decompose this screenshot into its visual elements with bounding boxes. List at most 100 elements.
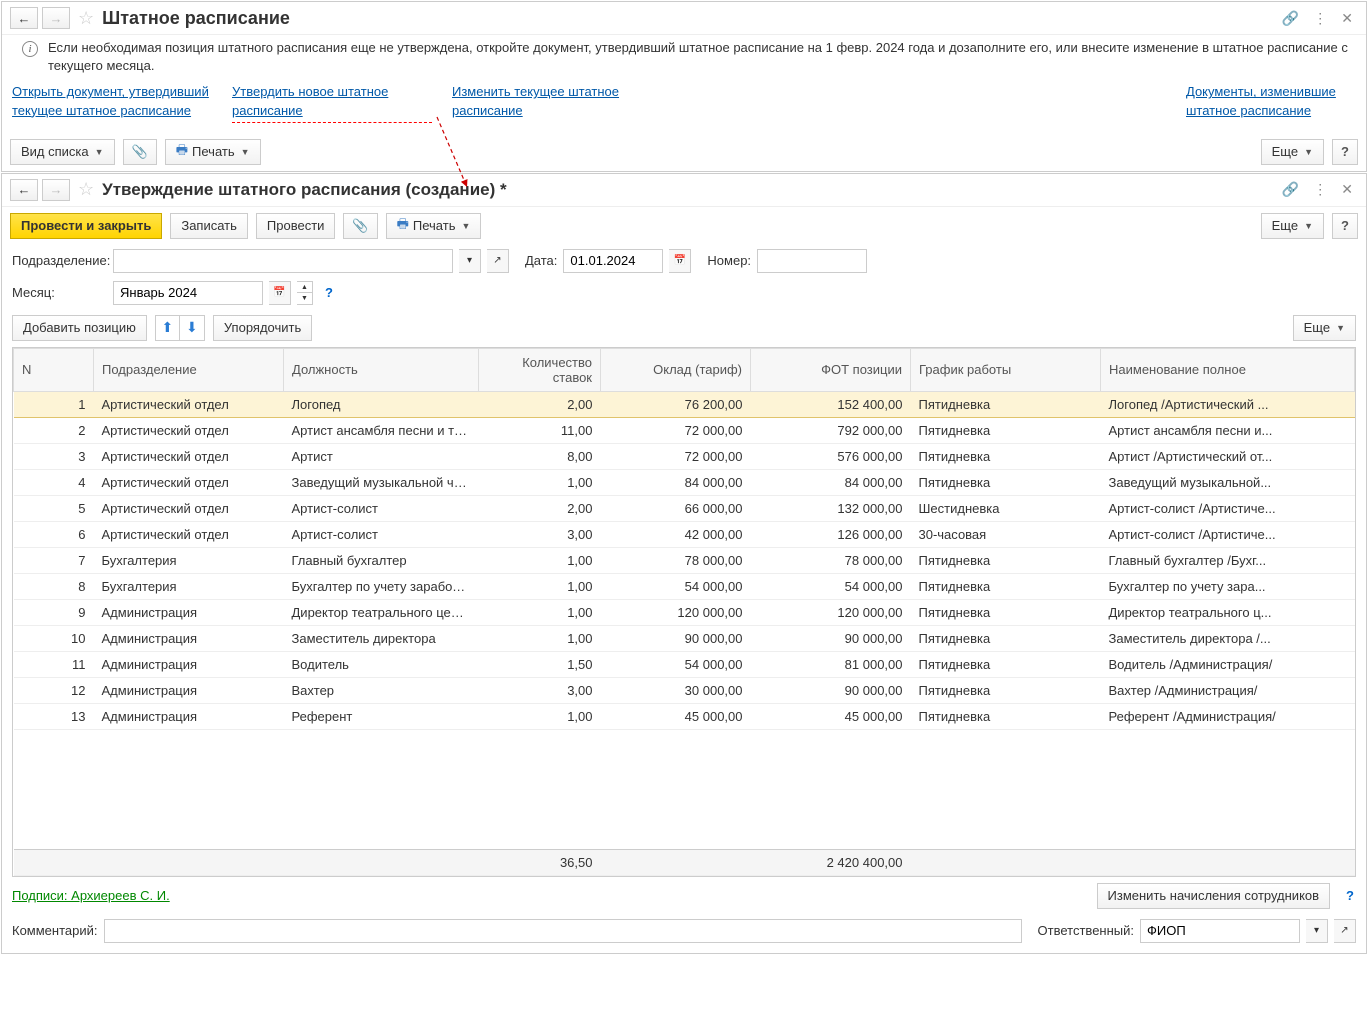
- cell-full: Заведущий музыкальной...: [1101, 469, 1355, 495]
- cell-pos: Заместитель директора: [284, 625, 479, 651]
- approval-window: ← → ☆ Утверждение штатного расписания (с…: [1, 173, 1367, 954]
- help-button-2[interactable]: ?: [1332, 213, 1358, 239]
- cell-fot: 126 000,00: [751, 521, 911, 547]
- view-list-button[interactable]: Вид списка▼: [10, 139, 115, 165]
- cell-sal: 72 000,00: [601, 417, 751, 443]
- close-icon[interactable]: ✕: [1341, 10, 1353, 27]
- cell-fot: 792 000,00: [751, 417, 911, 443]
- top-title: Штатное расписание: [102, 8, 1273, 29]
- col-n[interactable]: N: [14, 348, 94, 391]
- link-open-doc[interactable]: Открыть документ, утвердивший текущее шт…: [12, 83, 212, 122]
- comment-input[interactable]: [104, 919, 1022, 943]
- month-picker[interactable]: 📅: [269, 281, 291, 305]
- cell-sal: 76 200,00: [601, 391, 751, 417]
- cell-sched: Пятидневка: [911, 547, 1101, 573]
- add-position-button[interactable]: Добавить позицию: [12, 315, 147, 341]
- table-row[interactable]: 1 Артистический отдел Логопед 2,00 76 20…: [14, 391, 1355, 417]
- cell-sal: 66 000,00: [601, 495, 751, 521]
- link-icon[interactable]: 🔗: [1282, 10, 1299, 27]
- cell-dep: Администрация: [94, 599, 284, 625]
- link-icon-2[interactable]: 🔗: [1282, 181, 1299, 198]
- change-accruals-button[interactable]: Изменить начисления сотрудников: [1097, 883, 1331, 909]
- col-pos[interactable]: Должность: [284, 348, 479, 391]
- cell-sched: Пятидневка: [911, 625, 1101, 651]
- table-row[interactable]: 2 Артистический отдел Артист ансамбля пе…: [14, 417, 1355, 443]
- cell-n: 11: [14, 651, 94, 677]
- dep-dropdown[interactable]: ▾: [459, 249, 481, 273]
- attach-button[interactable]: 📎: [123, 139, 157, 165]
- cell-n: 12: [14, 677, 94, 703]
- positions-table: N Подразделение Должность Количество ста…: [12, 347, 1356, 877]
- cell-n: 5: [14, 495, 94, 521]
- cell-full: Артист-солист /Артистиче...: [1101, 495, 1355, 521]
- move-up[interactable]: ⬆: [156, 316, 180, 340]
- forward-button-2[interactable]: →: [42, 179, 70, 201]
- post-button[interactable]: Провести: [256, 213, 336, 239]
- link-change-current[interactable]: Изменить текущее штатное расписание: [452, 83, 652, 122]
- help-button[interactable]: ?: [1332, 139, 1358, 165]
- month-input[interactable]: [113, 281, 263, 305]
- post-close-button[interactable]: Провести и закрыть: [10, 213, 162, 239]
- star-icon-2[interactable]: ☆: [78, 179, 94, 200]
- table-row[interactable]: 12 Администрация Вахтер 3,00 30 000,00 9…: [14, 677, 1355, 703]
- responsible-open[interactable]: ↗: [1334, 919, 1356, 943]
- cell-sched: Пятидневка: [911, 417, 1101, 443]
- table-row[interactable]: 10 Администрация Заместитель директора 1…: [14, 625, 1355, 651]
- responsible-input[interactable]: [1140, 919, 1300, 943]
- link-approve-new[interactable]: Утвердить новое штатное расписание: [232, 83, 432, 122]
- cell-fot: 132 000,00: [751, 495, 911, 521]
- col-sal[interactable]: Оклад (тариф): [601, 348, 751, 391]
- star-icon[interactable]: ☆: [78, 8, 94, 29]
- move-down[interactable]: ⬇: [180, 316, 204, 340]
- table-row[interactable]: 9 Администрация Директор театрального це…: [14, 599, 1355, 625]
- signatures-link[interactable]: Подписи: Архиереев С. И.: [2, 880, 180, 911]
- cell-sal: 42 000,00: [601, 521, 751, 547]
- table-row[interactable]: 8 Бухгалтерия Бухгалтер по учету заработ…: [14, 573, 1355, 599]
- table-row[interactable]: 6 Артистический отдел Артист-солист 3,00…: [14, 521, 1355, 547]
- table-row[interactable]: 3 Артистический отдел Артист 8,00 72 000…: [14, 443, 1355, 469]
- order-button[interactable]: Упорядочить: [213, 315, 312, 341]
- change-help[interactable]: ?: [1346, 888, 1354, 903]
- menu-icon[interactable]: ⋮: [1313, 10, 1327, 27]
- dep-input[interactable]: [113, 249, 453, 273]
- col-cnt[interactable]: Количество ставок: [479, 348, 601, 391]
- month-help[interactable]: ?: [325, 285, 333, 300]
- col-sched[interactable]: График работы: [911, 348, 1101, 391]
- month-spinner[interactable]: ▲▼: [297, 281, 313, 305]
- cell-full: Референт /Администрация/: [1101, 703, 1355, 729]
- cell-cnt: 3,00: [479, 677, 601, 703]
- forward-button[interactable]: →: [42, 7, 70, 29]
- print-icon-2: 🖶: [397, 215, 409, 237]
- date-input[interactable]: [563, 249, 663, 273]
- date-picker[interactable]: 📅: [669, 249, 691, 273]
- col-fot[interactable]: ФОТ позиции: [751, 348, 911, 391]
- month-label: Месяц:: [12, 285, 107, 300]
- col-full[interactable]: Наименование полное: [1101, 348, 1355, 391]
- link-change-docs[interactable]: Документы, изменившие штатное расписание: [1186, 83, 1356, 122]
- table-row[interactable]: 4 Артистический отдел Заведущий музыкаль…: [14, 469, 1355, 495]
- col-dep[interactable]: Подразделение: [94, 348, 284, 391]
- form-row-2: Месяц: 📅 ▲▼ ?: [2, 277, 1366, 309]
- more-button-2[interactable]: Еще▼: [1261, 213, 1324, 239]
- print-button-2[interactable]: 🖶Печать▼: [386, 213, 482, 239]
- cell-cnt: 8,00: [479, 443, 601, 469]
- table-row[interactable]: 5 Артистический отдел Артист-солист 2,00…: [14, 495, 1355, 521]
- back-button-2[interactable]: ←: [10, 179, 38, 201]
- cell-sched: Пятидневка: [911, 443, 1101, 469]
- num-input[interactable]: [757, 249, 867, 273]
- attach-button-2[interactable]: 📎: [343, 213, 377, 239]
- back-button[interactable]: ←: [10, 7, 38, 29]
- table-row[interactable]: 7 Бухгалтерия Главный бухгалтер 1,00 78 …: [14, 547, 1355, 573]
- print-button[interactable]: 🖶Печать▼: [165, 139, 261, 165]
- more-button[interactable]: Еще▼: [1261, 139, 1324, 165]
- menu-icon-2[interactable]: ⋮: [1313, 181, 1327, 198]
- cell-pos: Артист ансамбля песни и танца: [284, 417, 479, 443]
- close-icon-2[interactable]: ✕: [1341, 181, 1353, 198]
- table-more-button[interactable]: Еще▼: [1293, 315, 1356, 341]
- dep-open[interactable]: ↗: [487, 249, 509, 273]
- table-row[interactable]: 11 Администрация Водитель 1,50 54 000,00…: [14, 651, 1355, 677]
- write-button[interactable]: Записать: [170, 213, 248, 239]
- cell-sal: 90 000,00: [601, 625, 751, 651]
- table-row[interactable]: 13 Администрация Референт 1,00 45 000,00…: [14, 703, 1355, 729]
- responsible-dropdown[interactable]: ▾: [1306, 919, 1328, 943]
